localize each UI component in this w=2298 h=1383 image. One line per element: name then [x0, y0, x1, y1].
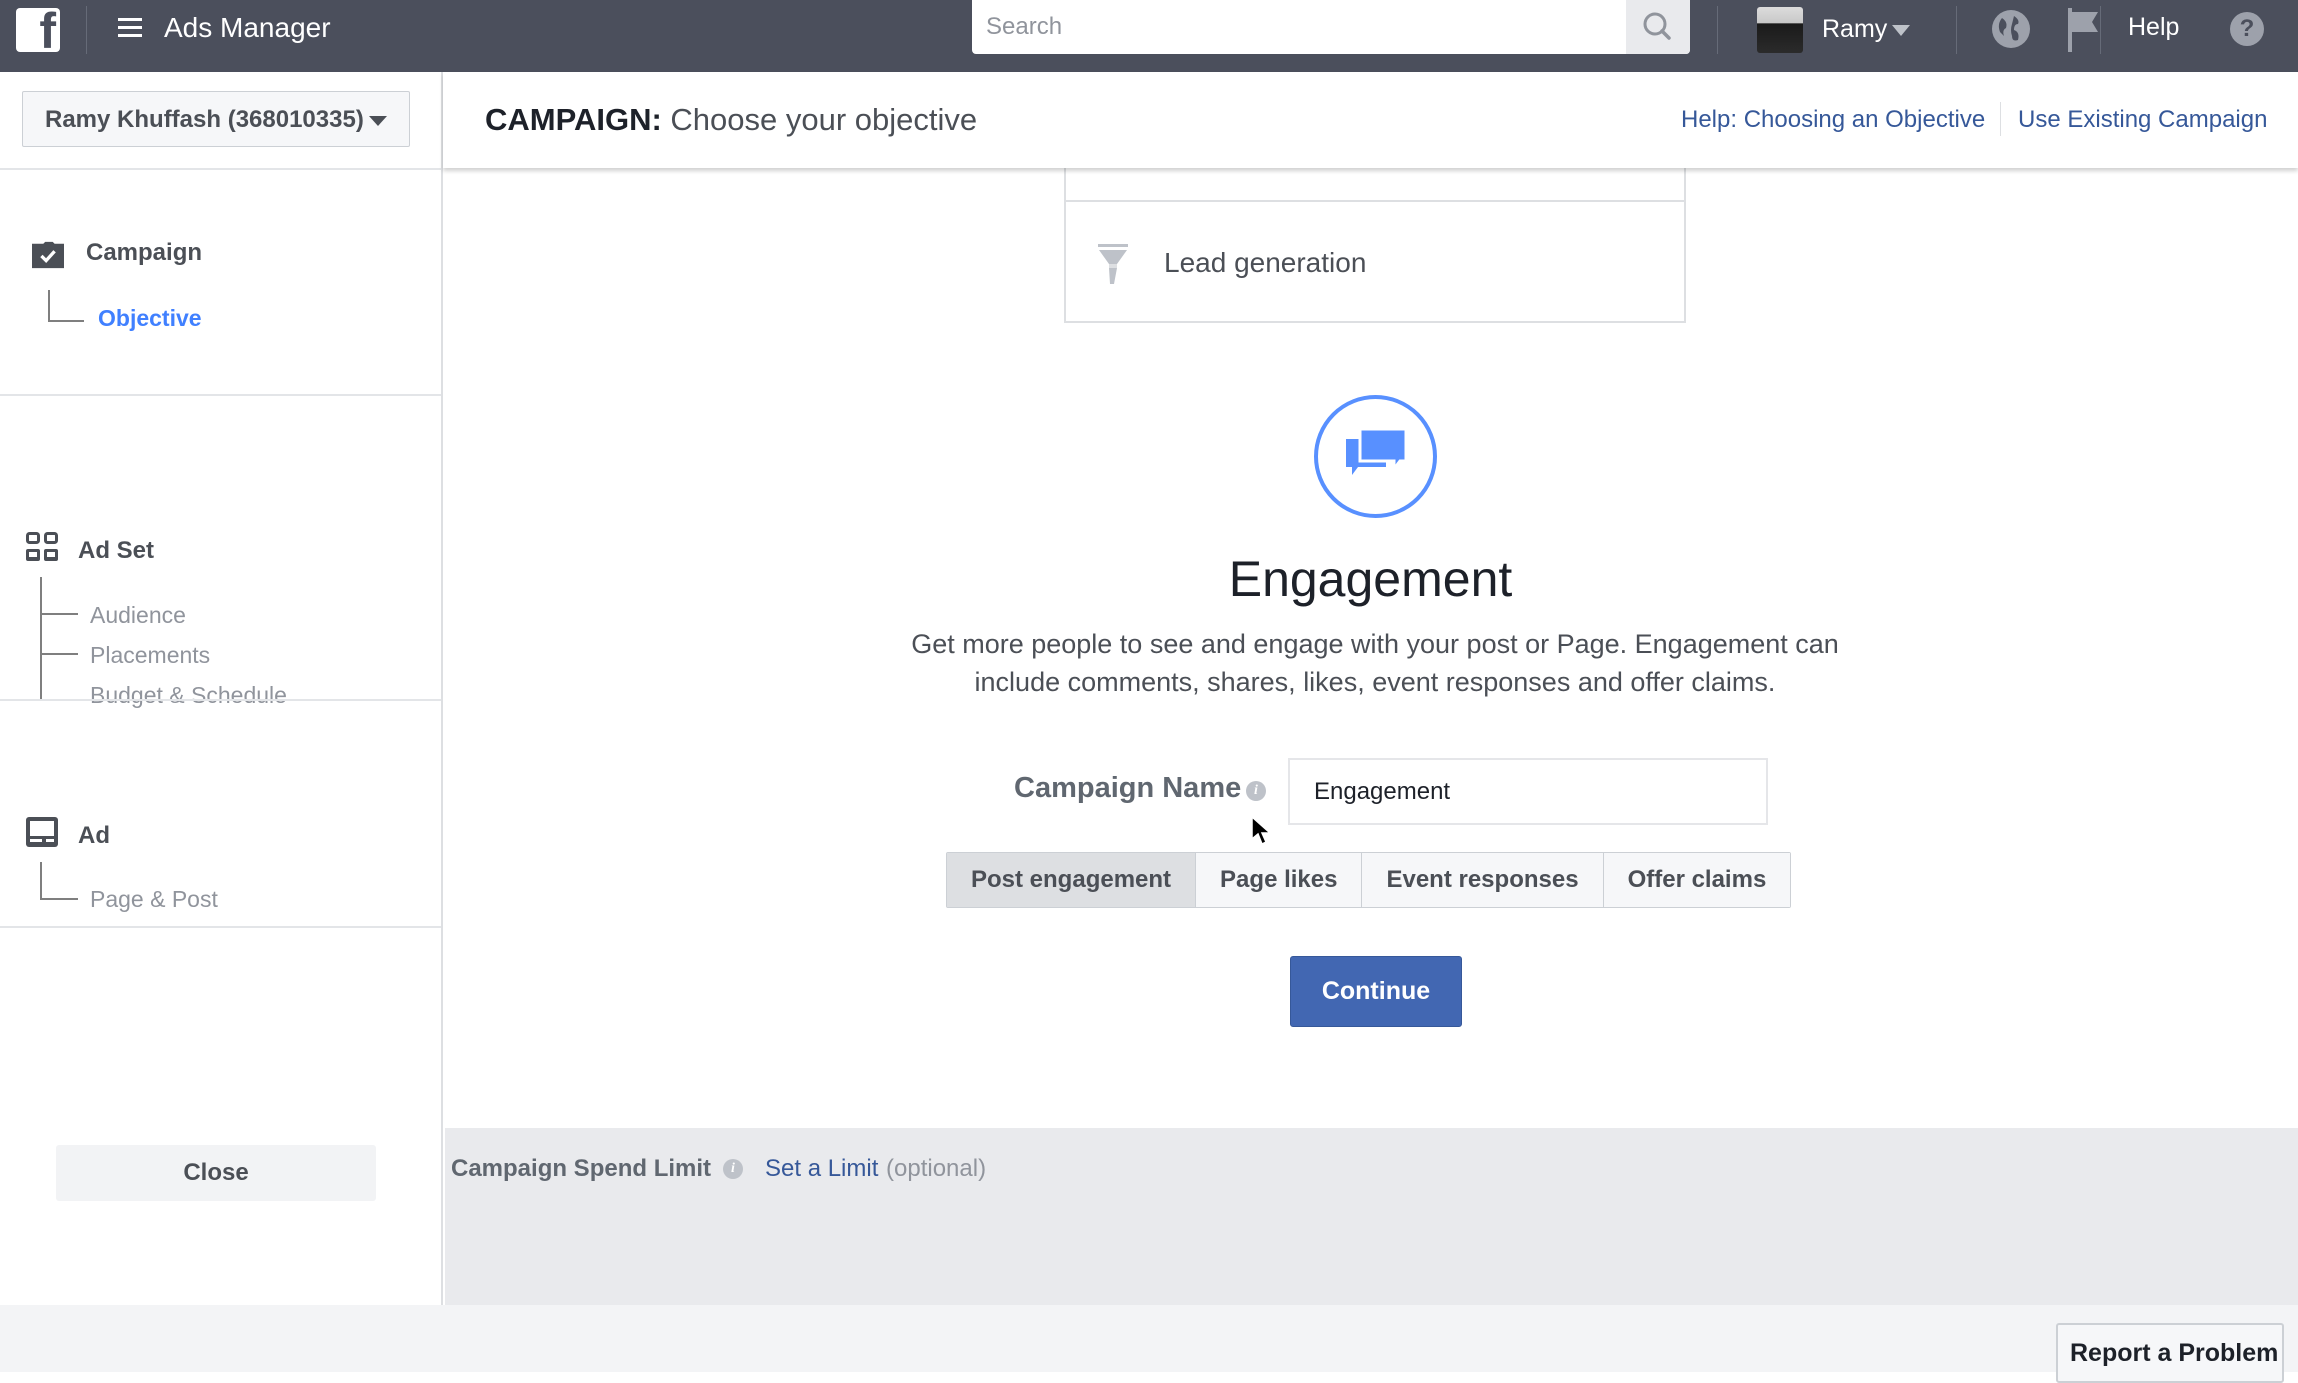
account-name: Ramy Khuffash (368010335) [45, 106, 364, 133]
campaign-name-input[interactable] [1288, 758, 1768, 825]
top-bar: f Ads Manager Ramy Help ? [0, 0, 2298, 72]
account-selector[interactable]: Ramy Khuffash (368010335) [22, 91, 410, 147]
caret-down-icon [1892, 25, 1910, 36]
divider [2000, 102, 2001, 136]
mouse-cursor-icon [1251, 815, 1272, 846]
tree-line [40, 613, 78, 615]
campaign-spend-limit-section: Campaign Spend Limit i Set a Limit (opti… [445, 1128, 2298, 1305]
continue-button[interactable]: Continue [1290, 956, 1462, 1027]
divider [0, 168, 441, 170]
divider [2100, 6, 2101, 54]
option-post-engagement[interactable]: Post engagement [947, 853, 1197, 907]
globe-icon[interactable] [1992, 10, 2030, 48]
objective-list-item-partial[interactable] [1064, 168, 1686, 200]
campaign-check-icon [32, 241, 64, 269]
sidebar-section-ad[interactable]: Ad [78, 822, 110, 850]
divider [86, 6, 87, 54]
sidebar-item-page-post[interactable]: Page & Post [90, 886, 218, 913]
info-icon[interactable]: i [723, 1159, 743, 1179]
sidebar-item-placements[interactable]: Placements [90, 642, 210, 669]
divider [0, 699, 441, 701]
sidebar-item-budget-schedule[interactable]: Budget & Schedule [90, 682, 287, 709]
help-link[interactable]: Help [2128, 13, 2179, 42]
objective-title: Engagement [1228, 551, 1513, 607]
tree-line [40, 653, 78, 655]
set-limit-link[interactable]: Set a Limit [765, 1155, 878, 1183]
divider [1717, 6, 1718, 54]
tree-line [40, 862, 42, 900]
help-choosing-objective-link[interactable]: Help: Choosing an Objective [1681, 106, 1985, 134]
search-input[interactable] [986, 8, 1606, 46]
page-header: CAMPAIGN: Choose your objective Help: Ch… [443, 72, 2298, 168]
sidebar-item-objective[interactable]: Objective [98, 305, 202, 332]
engagement-type-selector: Post engagement Page likes Event respons… [946, 852, 1792, 908]
close-button[interactable]: Close [56, 1145, 376, 1201]
divider [1956, 6, 1957, 54]
divider [0, 394, 441, 396]
sidebar-section-campaign[interactable]: Campaign [86, 239, 202, 267]
caret-down-icon [369, 116, 387, 126]
objective-label: Lead generation [1164, 247, 1367, 278]
search-box [972, 0, 1690, 54]
search-button[interactable] [1626, 0, 1690, 54]
campaign-name-label: Campaign Name [1014, 772, 1242, 804]
app-title[interactable]: Ads Manager [164, 12, 331, 44]
avatar [1757, 7, 1803, 53]
option-page-likes[interactable]: Page likes [1196, 853, 1363, 907]
optional-label: (optional) [886, 1155, 987, 1182]
funnel-icon [1098, 244, 1128, 284]
use-existing-campaign-link[interactable]: Use Existing Campaign [2018, 106, 2267, 134]
divider [0, 926, 441, 928]
option-offer-claims[interactable]: Offer claims [1603, 853, 1791, 907]
ad-icon [26, 817, 58, 847]
sidebar: Ramy Khuffash (368010335) Campaign Objec… [0, 72, 443, 1305]
spend-limit-label: Campaign Spend Limit [451, 1155, 712, 1182]
search-icon [1643, 12, 1671, 40]
info-icon[interactable]: i [1246, 781, 1266, 801]
tree-line [48, 320, 84, 322]
facebook-logo-icon[interactable]: f [16, 8, 60, 52]
option-event-responses[interactable]: Event responses [1362, 853, 1604, 907]
footer: Report a Problem [0, 1305, 2298, 1383]
tree-line [48, 290, 50, 322]
help-icon[interactable]: ? [2230, 12, 2264, 46]
page-title-text: Choose your objective [670, 102, 978, 137]
report-problem-button[interactable]: Report a Problem [2056, 1323, 2284, 1383]
tree-line [40, 898, 78, 900]
page-title: CAMPAIGN: Choose your objective [485, 102, 977, 138]
objective-lead-generation[interactable]: Lead generation [1064, 200, 1686, 323]
objective-description: Get more people to see and engage with y… [911, 629, 1839, 697]
menu-icon[interactable] [118, 18, 142, 38]
chat-bubbles-icon [1314, 395, 1437, 518]
user-name: Ramy [1822, 15, 1888, 43]
flag-icon[interactable] [2064, 8, 2100, 52]
page-title-prefix: CAMPAIGN: [485, 102, 662, 137]
